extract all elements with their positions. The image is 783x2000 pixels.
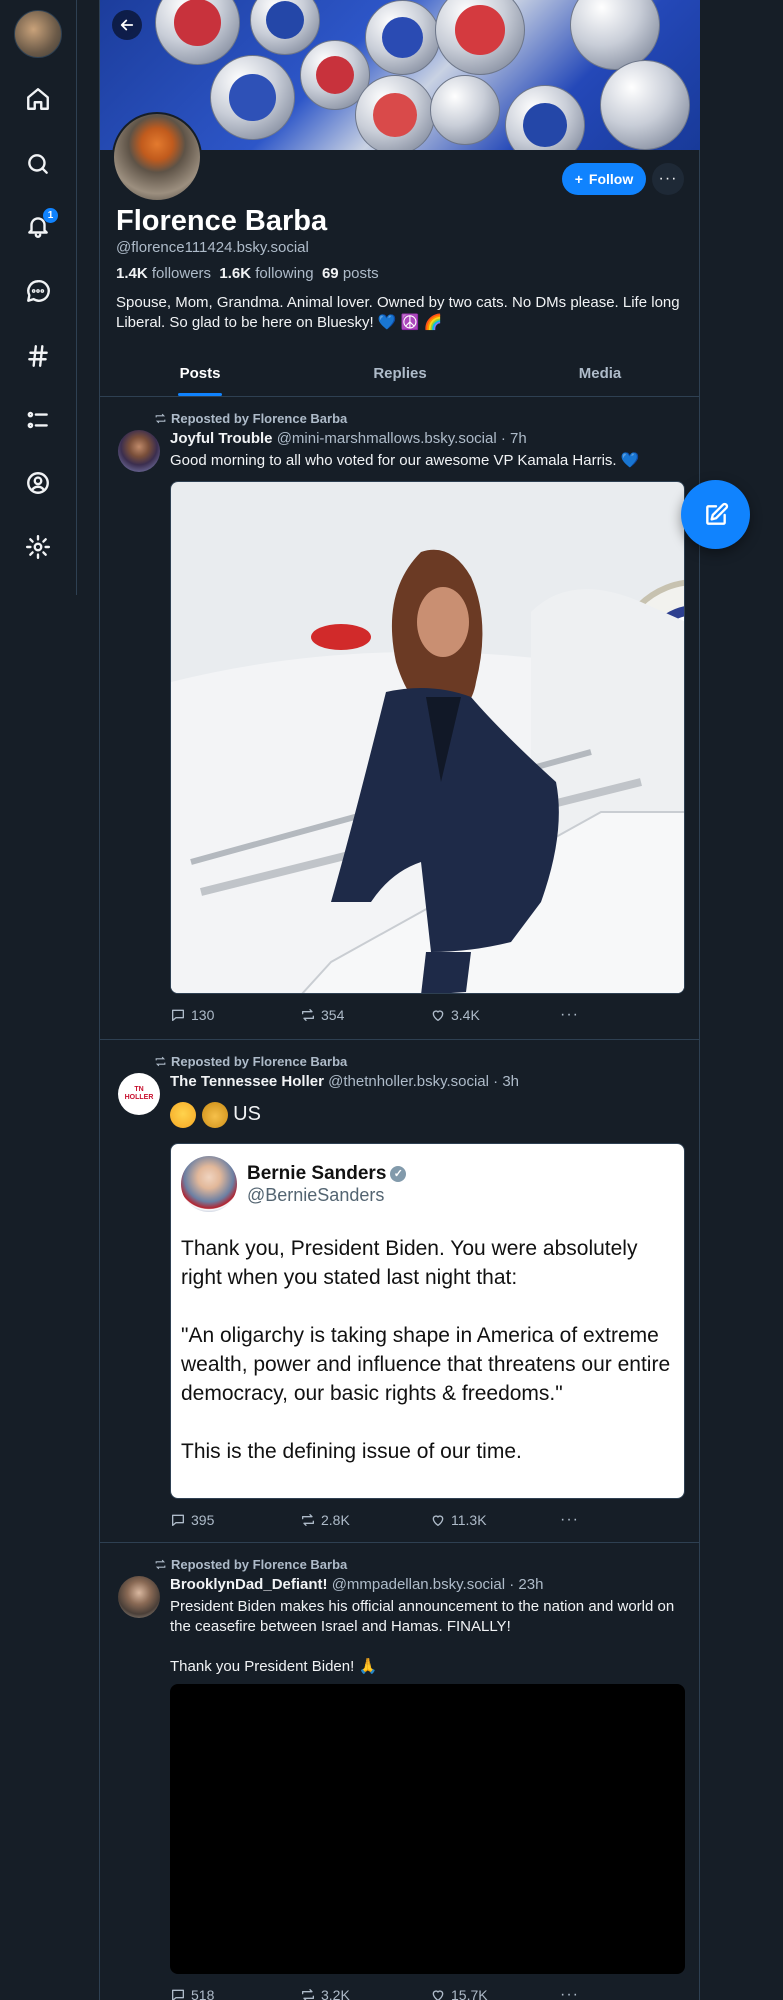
profile-more-button[interactable]: ··· [652, 163, 684, 195]
post-meta: BrooklynDad_Defiant! @mmpadellan.bsky.so… [170, 1576, 543, 1593]
repost-icon [155, 413, 166, 424]
repost-button[interactable]: 354 [300, 1006, 430, 1024]
feed-post[interactable]: Reposted by Florence Barba BrooklynDad_D… [100, 1543, 700, 2000]
post-text: President Biden makes his official annou… [170, 1598, 675, 1635]
post-meta: The Tennessee Holler @thetnholler.bsky.s… [170, 1073, 519, 1090]
repost-icon [302, 1009, 314, 1021]
search-icon[interactable] [20, 146, 56, 182]
author-name[interactable]: The Tennessee Holler [170, 1073, 324, 1090]
like-button[interactable]: 3.4K [430, 1006, 560, 1024]
profile-column: + Follow ··· Florence Barba @florence111… [99, 0, 700, 2000]
post-time: · 7h [500, 430, 527, 447]
like-button[interactable]: 11.3K [430, 1511, 560, 1529]
repost-icon [302, 1989, 314, 2000]
current-user-avatar[interactable] [14, 10, 62, 58]
user-circle-icon[interactable] [20, 465, 56, 501]
post-more-button[interactable]: ··· [560, 1986, 600, 2000]
tab-posts[interactable]: Posts [100, 354, 300, 396]
tab-media[interactable]: Media [500, 354, 700, 396]
author-name[interactable]: Joyful Trouble [170, 430, 273, 447]
repost-icon [155, 1056, 166, 1067]
back-button[interactable] [112, 10, 142, 40]
posts-count: 69 posts [321, 265, 379, 282]
reply-icon [172, 1514, 184, 1526]
money-bag-emoji [201, 1101, 228, 1128]
home-icon[interactable] [20, 81, 56, 117]
post-text: US [170, 1100, 690, 1128]
followers-link[interactable]: 1.4K followers [116, 265, 211, 282]
feed-post[interactable]: Reposted by Florence Barba TN HOLLER The… [100, 1040, 700, 1543]
hashtag-icon[interactable] [20, 338, 56, 374]
author-handle[interactable]: @thetnholler.bsky.social [328, 1073, 489, 1090]
reply-button[interactable]: 130 [170, 1006, 300, 1024]
post-actions: 395 2.8K 11.3K ··· [170, 1511, 600, 1529]
profile-tabs: Posts Replies Media [100, 354, 700, 397]
reply-icon [172, 1009, 184, 1021]
repost-button[interactable]: 2.8K [300, 1511, 430, 1529]
profile-stats: 1.4K followers 1.6K following 69 posts [116, 265, 379, 282]
repost-indicator: Reposted by Florence Barba [154, 411, 347, 426]
post-text: Good morning to all who voted for our aw… [170, 452, 640, 469]
heart-icon [432, 1990, 444, 2000]
post-meta: Joyful Trouble @mini-marshmallows.bsky.s… [170, 430, 527, 447]
chat-icon[interactable] [20, 273, 56, 309]
embedded-author-handle: @BernieSanders [247, 1184, 385, 1205]
author-handle[interactable]: @mmpadellan.bsky.social [332, 1576, 505, 1593]
post-actions: 130 354 3.4K ··· [170, 1006, 600, 1024]
post-text-line-2: Thank you President Biden! 🙏 [170, 1658, 378, 1675]
heart-icon [432, 1515, 444, 1526]
post-more-button[interactable]: ··· [560, 1006, 600, 1024]
reply-button[interactable]: 395 [170, 1511, 300, 1529]
author-avatar[interactable]: TN HOLLER [118, 1073, 160, 1115]
profile-avatar[interactable] [112, 112, 202, 202]
verified-badge-icon: ✓ [390, 1165, 407, 1182]
notification-badge: 1 [43, 208, 58, 223]
gear-icon[interactable] [20, 529, 56, 565]
embedded-author-name: Bernie Sanders [247, 1162, 387, 1184]
feed-post[interactable]: Reposted by Florence Barba Joyful Troubl… [100, 397, 700, 1040]
repost-indicator: Reposted by Florence Barba [154, 1557, 347, 1572]
plus-icon: + [574, 171, 583, 187]
tab-replies[interactable]: Replies [300, 354, 500, 396]
left-nav-rail: 1 [0, 0, 77, 595]
reply-icon [172, 1989, 184, 2000]
photo-vp-airplane-stairs [171, 482, 684, 993]
reply-button[interactable]: 518 [170, 1986, 300, 2000]
compose-icon [705, 502, 728, 525]
author-name[interactable]: BrooklynDad_Defiant! [170, 1576, 328, 1593]
post-time: · 3h [493, 1073, 520, 1090]
author-avatar[interactable] [118, 1576, 160, 1618]
embedded-tweet-text: Thank you, President Biden. You were abs… [181, 1237, 671, 1463]
heart-icon [432, 1010, 444, 1021]
confused-face-emoji [170, 1101, 196, 1128]
video-player[interactable] [170, 1684, 685, 1974]
arrow-left-icon [120, 19, 134, 31]
author-avatar[interactable] [118, 430, 160, 472]
list-icon[interactable] [20, 402, 56, 438]
compose-button[interactable] [681, 480, 750, 549]
follow-button[interactable]: + Follow [562, 163, 646, 195]
repost-icon [155, 1559, 166, 1570]
author-handle[interactable]: @mini-marshmallows.bsky.social [277, 430, 497, 447]
embedded-author-avatar [181, 1156, 237, 1212]
profile-handle: @florence111424.bsky.social [116, 239, 309, 256]
repost-indicator: Reposted by Florence Barba [154, 1054, 347, 1069]
repost-icon [302, 1514, 314, 1526]
bell-icon[interactable]: 1 [20, 208, 58, 244]
post-more-button[interactable]: ··· [560, 1511, 600, 1529]
embedded-tweet-image[interactable]: Bernie Sanders ✓ @BernieSanders Thank you… [170, 1143, 685, 1499]
profile-bio: Spouse, Mom, Grandma. Animal lover. Owne… [116, 294, 680, 331]
like-button[interactable]: 15.7K [430, 1986, 560, 2000]
post-actions: 518 3.2K 15.7K ··· [170, 1986, 600, 2000]
post-image[interactable] [170, 481, 685, 994]
following-link[interactable]: 1.6K following [219, 265, 313, 282]
post-time: · 23h [509, 1576, 544, 1593]
profile-name: Florence Barba [116, 205, 328, 237]
repost-button[interactable]: 3.2K [300, 1986, 430, 2000]
